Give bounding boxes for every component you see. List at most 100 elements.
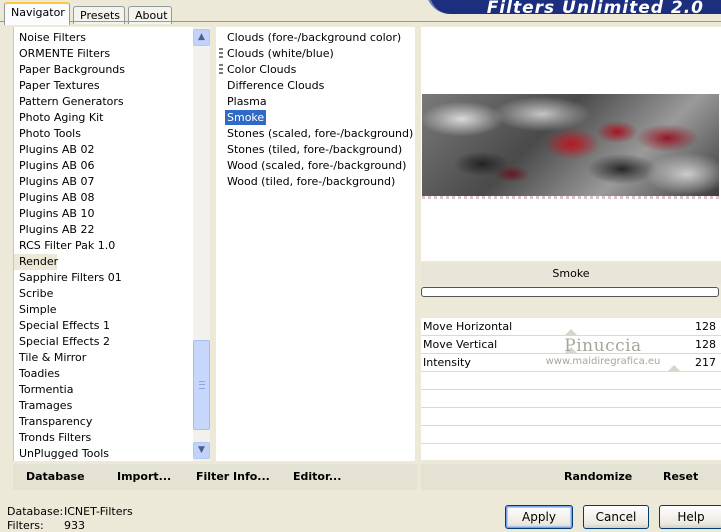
parameter-row-empty xyxy=(421,408,721,426)
filter-item-label: Color Clouds xyxy=(227,63,297,76)
category-item[interactable]: Photo Tools xyxy=(14,126,192,142)
chevron-down-icon: ▼ xyxy=(198,445,205,455)
category-item[interactable]: Plugins AB 07 xyxy=(14,174,192,190)
help-button[interactable]: Help xyxy=(659,505,721,529)
parameter-row[interactable]: Intensity 217 xyxy=(421,354,721,372)
category-item[interactable]: Tramages xyxy=(14,398,192,414)
preview-image xyxy=(422,94,719,196)
filter-item[interactable]: Wood (tiled, fore-/background) xyxy=(216,174,415,190)
filter-item[interactable]: Smoke xyxy=(216,110,415,126)
filter-item-label: Plasma xyxy=(227,95,267,108)
category-item[interactable]: Scribe xyxy=(14,286,192,302)
status-filters-label: Filters: xyxy=(7,519,44,532)
parameter-value: 128 xyxy=(695,338,716,351)
category-item[interactable]: Special Effects 1 xyxy=(14,318,192,334)
filter-item-label: Stones (scaled, fore-/background) xyxy=(227,127,414,140)
apply-button[interactable]: Apply xyxy=(505,505,573,529)
filter-list: Clouds (fore-/background color) Clouds (w… xyxy=(216,30,415,190)
randomize-button[interactable]: Randomize xyxy=(564,470,632,483)
category-item[interactable]: Render xyxy=(14,254,58,270)
parameter-label: Move Horizontal xyxy=(423,320,513,333)
drag-handle-icon xyxy=(219,48,223,60)
slider-marker-icon xyxy=(565,329,577,335)
grip-icon xyxy=(199,381,205,389)
category-item[interactable]: Tile & Mirror xyxy=(14,350,192,366)
editor-button[interactable]: Editor... xyxy=(293,470,341,483)
parameters-panel: Move Horizontal 128 Move Vertical 128 In… xyxy=(421,318,721,460)
category-item[interactable]: Paper Backgrounds xyxy=(14,62,192,78)
filter-item[interactable]: Plasma xyxy=(216,94,415,110)
category-item[interactable]: Plugins AB 22 xyxy=(14,222,192,238)
scroll-down-button[interactable]: ▼ xyxy=(193,442,210,459)
category-item[interactable]: Tronds Filters xyxy=(14,430,192,446)
tab-divider xyxy=(0,21,721,22)
category-item[interactable]: Plugins AB 06 xyxy=(14,158,192,174)
category-item[interactable]: Tormentia xyxy=(14,382,192,398)
category-item[interactable]: Plugins AB 10 xyxy=(14,206,192,222)
preview-transparency-strip xyxy=(422,196,719,199)
slider-marker-icon xyxy=(565,347,577,353)
preview-area xyxy=(421,27,721,261)
category-item[interactable]: Photo Aging Kit xyxy=(14,110,192,126)
filter-item-label: Wood (scaled, fore-/background) xyxy=(227,159,407,172)
filter-item-label: Smoke xyxy=(225,110,267,125)
parameter-label: Intensity xyxy=(423,356,471,369)
filter-item-label: Clouds (fore-/background color) xyxy=(227,31,402,44)
filter-info-button[interactable]: Filter Info... xyxy=(196,470,270,483)
category-item[interactable]: Sapphire Filters 01 xyxy=(14,270,192,286)
status-database: Database: ICNET-Filters xyxy=(7,505,147,519)
status-database-label: Database: xyxy=(7,505,64,518)
status-filters: Filters: 933 xyxy=(7,519,147,532)
category-item[interactable]: UnPlugged Tools xyxy=(14,446,192,462)
category-item[interactable]: RCS Filter Pak 1.0 xyxy=(14,238,192,254)
chevron-up-icon: ▲ xyxy=(198,32,205,42)
filter-item-label: Clouds (white/blue) xyxy=(227,47,334,60)
scroll-up-button[interactable]: ▲ xyxy=(193,29,210,46)
tab-navigator[interactable]: Navigator xyxy=(4,2,70,25)
slider-marker-icon xyxy=(668,365,680,371)
filter-item[interactable]: Color Clouds xyxy=(216,62,415,78)
status-database-value: ICNET-Filters xyxy=(64,505,133,518)
category-item[interactable]: ORMENTE Filters xyxy=(14,46,192,62)
scrollbar-thumb[interactable] xyxy=(193,340,210,430)
preview-filter-name: Smoke xyxy=(421,263,721,285)
parameter-row-empty xyxy=(421,426,721,444)
right-toolbar: Randomize Reset xyxy=(421,464,721,490)
category-item[interactable]: Plugins AB 08 xyxy=(14,190,192,206)
cancel-button[interactable]: Cancel xyxy=(583,505,649,529)
filter-item[interactable]: Clouds (fore-/background color) xyxy=(216,30,415,46)
parameter-label: Move Vertical xyxy=(423,338,498,351)
left-toolbar: Database Import... Filter Info... Editor… xyxy=(13,464,417,490)
import-button[interactable]: Import... xyxy=(117,470,171,483)
category-item[interactable]: Noise Filters xyxy=(14,30,192,46)
filter-item[interactable]: Difference Clouds xyxy=(216,78,415,94)
category-scrollbar[interactable]: ▲ ▼ xyxy=(193,27,210,461)
filter-item[interactable]: Stones (tiled, fore-/background) xyxy=(216,142,415,158)
parameter-row-empty xyxy=(421,372,721,390)
drag-handle-icon xyxy=(219,64,223,76)
filter-list-panel: Clouds (fore-/background color) Clouds (w… xyxy=(216,27,415,461)
filter-item[interactable]: Wood (scaled, fore-/background) xyxy=(216,158,415,174)
category-item[interactable]: Pattern Generators xyxy=(14,94,192,110)
filter-item[interactable]: Clouds (white/blue) xyxy=(216,46,415,62)
category-item[interactable]: Toadies xyxy=(14,366,192,382)
app-banner: Filters Unlimited 2.0 xyxy=(426,0,721,18)
parameter-row[interactable]: Move Horizontal 128 xyxy=(421,318,721,336)
parameter-row-empty xyxy=(421,390,721,408)
category-list: Noise Filters ORMENTE Filters Paper Backgr… xyxy=(14,30,192,462)
filter-item[interactable]: Stones (scaled, fore-/background) xyxy=(216,126,415,142)
app-title: Filters Unlimited 2.0 xyxy=(486,0,704,18)
category-item[interactable]: Transparency xyxy=(14,414,192,430)
parameter-value: 217 xyxy=(695,356,716,369)
category-item[interactable]: Simple xyxy=(14,302,192,318)
status-area: Database: ICNET-Filters Filters: 933 xyxy=(7,505,147,532)
progress-bar xyxy=(421,287,719,297)
database-button[interactable]: Database xyxy=(26,470,85,483)
category-item[interactable]: Special Effects 2 xyxy=(14,334,192,350)
parameter-row[interactable]: Move Vertical 128 xyxy=(421,336,721,354)
category-item[interactable]: Plugins AB 02 xyxy=(14,142,192,158)
status-filters-value: 933 xyxy=(64,519,85,532)
filter-item-label: Wood (tiled, fore-/background) xyxy=(227,175,396,188)
category-item[interactable]: Paper Textures xyxy=(14,78,192,94)
reset-button[interactable]: Reset xyxy=(663,470,698,483)
